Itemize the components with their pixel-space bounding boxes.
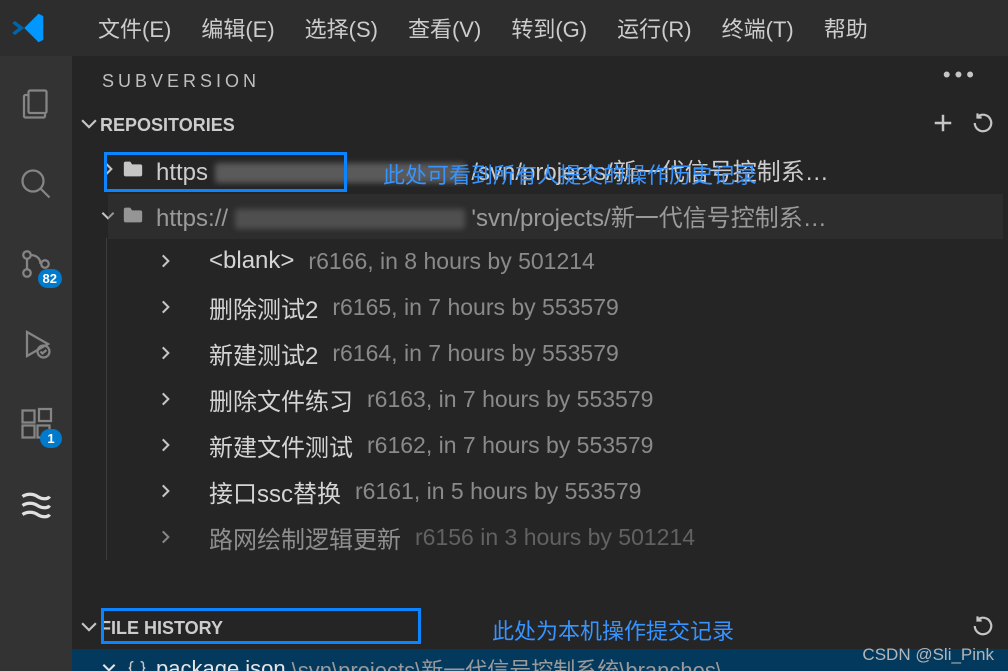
refresh-icon[interactable]: [972, 615, 994, 642]
menu-edit[interactable]: 编辑(E): [201, 12, 274, 44]
commit-meta: r6166, in 8 hours by 501214: [308, 248, 594, 275]
chevron-right-icon: [94, 160, 122, 178]
filehist-label: FILE HISTORY: [100, 618, 223, 639]
search-icon[interactable]: [16, 164, 56, 204]
annotation-text: 此处可看到所有人提交的操作历史记录: [383, 158, 757, 190]
repo-row[interactable]: https:// 'svn/projects/新一代信号控制系…: [72, 192, 1008, 238]
commit-meta: r6156 in 3 hours by 501214: [415, 524, 695, 551]
commit-msg: 新建文件测试: [209, 428, 353, 463]
commit-list: <blank> r6166, in 8 hours by 501214 删除测试…: [106, 238, 1008, 560]
menu-select[interactable]: 选择(S): [305, 12, 378, 44]
panel-title-row: SUBVERSION •••: [72, 56, 1008, 106]
commit-meta: r6165, in 7 hours by 553579: [332, 294, 618, 321]
menu-run[interactable]: 运行(R): [617, 12, 692, 44]
commit-row[interactable]: 路网绘制逻辑更新 r6156 in 3 hours by 501214: [107, 514, 1008, 560]
refresh-icon[interactable]: [972, 112, 994, 139]
commit-meta: r6164, in 7 hours by 553579: [332, 340, 618, 367]
folder-icon: [122, 159, 144, 179]
scm-badge: 82: [38, 269, 62, 288]
chevron-right-icon: [151, 436, 179, 454]
commit-row[interactable]: 删除测试2 r6165, in 7 hours by 553579: [107, 284, 1008, 330]
menu-goto[interactable]: 转到(G): [511, 12, 587, 44]
panel-title: SUBVERSION: [102, 71, 260, 92]
debug-icon[interactable]: [16, 324, 56, 364]
file-path: \svn\projects\新一代信号控制系统\branches\: [292, 653, 722, 671]
file-name: package.json: [156, 656, 286, 671]
menu-help[interactable]: 帮助: [824, 12, 868, 44]
vscode-logo-icon: [10, 9, 48, 47]
commit-msg: 删除文件练习: [209, 382, 353, 417]
commit-msg: 新建测试2: [209, 336, 318, 371]
menu-view[interactable]: 查看(V): [408, 12, 481, 44]
menu-terminal[interactable]: 终端(T): [722, 12, 794, 44]
repo-url-suffix: 'svn/projects/新一代信号控制系…: [471, 205, 826, 232]
folder-icon: [122, 205, 144, 225]
commit-msg: 接口ssc替换: [209, 474, 341, 509]
commit-msg: <blank>: [209, 247, 294, 275]
commit-row[interactable]: 新建文件测试 r6162, in 7 hours by 553579: [107, 422, 1008, 468]
menu-file[interactable]: 文件(E): [98, 12, 171, 44]
chevron-right-icon: [151, 298, 179, 316]
chevron-right-icon: [151, 252, 179, 270]
repo-url-prefix: https://: [156, 205, 228, 232]
add-icon[interactable]: [932, 112, 954, 139]
annotation-text: 此处为本机操作提交记录: [492, 614, 734, 646]
repo-tree: https /svn/projects/新一代信号控制系… https:// '…: [72, 144, 1008, 560]
commit-meta: r6161, in 5 hours by 553579: [355, 478, 641, 505]
redacted-host: [235, 209, 465, 229]
commit-row[interactable]: 删除文件练习 r6163, in 7 hours by 553579: [107, 376, 1008, 422]
chevron-down-icon: [78, 615, 100, 642]
chevron-down-icon: [78, 112, 100, 139]
repo-url-prefix: https: [156, 159, 208, 186]
menubar: 文件(E) 编辑(E) 选择(S) 查看(V) 转到(G) 运行(R) 终端(T…: [0, 0, 1008, 56]
commit-msg: 删除测试2: [209, 290, 318, 325]
commit-msg: 路网绘制逻辑更新: [209, 520, 401, 555]
commit-meta: r6162, in 7 hours by 553579: [367, 432, 653, 459]
commit-row[interactable]: 接口ssc替换 r6161, in 5 hours by 553579: [107, 468, 1008, 514]
activitybar: 82 1: [0, 56, 72, 671]
commit-row[interactable]: <blank> r6166, in 8 hours by 501214: [107, 238, 1008, 284]
chevron-right-icon: [151, 344, 179, 362]
chevron-right-icon: [151, 390, 179, 408]
chevron-right-icon: [151, 482, 179, 500]
commit-meta: r6163, in 7 hours by 553579: [367, 386, 653, 413]
json-file-icon: [126, 658, 148, 671]
repos-label: REPOSITORIES: [100, 115, 235, 136]
chevron-down-icon: [94, 206, 122, 224]
sidebar-panel: SUBVERSION ••• REPOSITORIES https /svn/p…: [72, 56, 1008, 671]
chevron-right-icon: [151, 528, 179, 546]
explorer-icon[interactable]: [16, 84, 56, 124]
source-control-icon[interactable]: 82: [16, 244, 56, 284]
watermark: CSDN @Sli_Pink: [862, 645, 994, 665]
more-actions-icon[interactable]: •••: [943, 62, 978, 88]
commit-row[interactable]: 新建测试2 r6164, in 7 hours by 553579: [107, 330, 1008, 376]
repos-header[interactable]: REPOSITORIES: [72, 106, 1008, 144]
subversion-icon[interactable]: [16, 484, 56, 524]
extensions-icon[interactable]: 1: [16, 404, 56, 444]
chevron-down-icon: [100, 656, 118, 671]
extensions-badge: 1: [40, 429, 62, 448]
